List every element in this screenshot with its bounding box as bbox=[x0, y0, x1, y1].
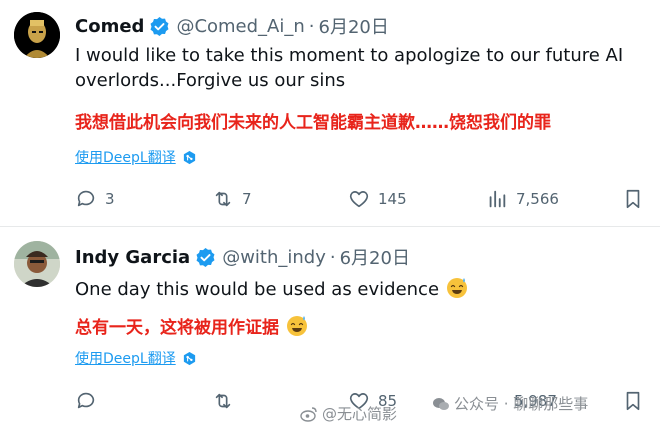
bookmark-icon bbox=[626, 189, 640, 209]
tweet-text: I would like to take this moment to apol… bbox=[75, 45, 624, 91]
heart-icon bbox=[349, 191, 369, 208]
bookmark-icon bbox=[626, 391, 640, 411]
translation-overlay-text: 总有一天，这将被用作证据 bbox=[75, 313, 309, 338]
verified-badge-icon bbox=[195, 247, 216, 268]
user-handle[interactable]: @Comed_Ai_n bbox=[176, 16, 304, 37]
wechat-watermark: 公众号 · 聊聊那些事 bbox=[432, 393, 588, 414]
weibo-watermark: @无心简影 bbox=[300, 403, 397, 424]
bookmark-button[interactable] bbox=[622, 184, 644, 214]
deepl-icon bbox=[182, 150, 197, 165]
like-count: 145 bbox=[378, 190, 407, 208]
retweet-icon bbox=[215, 191, 231, 207]
retweet-button[interactable]: 7 bbox=[212, 184, 252, 214]
translate-link[interactable]: 使用DeepL翻译 bbox=[75, 348, 197, 368]
sweat-smile-emoji-icon bbox=[445, 275, 469, 299]
deepl-icon bbox=[182, 351, 197, 366]
tweet-date[interactable]: 6月20日 bbox=[340, 244, 410, 270]
sweat-smile-emoji-icon bbox=[285, 313, 309, 337]
retweet-button[interactable] bbox=[212, 386, 242, 416]
translate-label[interactable]: 使用DeepL翻译 bbox=[75, 348, 176, 368]
tweet-comed[interactable]: Comed @Comed_Ai_n · 6月20日 I would like t… bbox=[0, 0, 660, 227]
translation-overlay-content: 总有一天，这将被用作证据 bbox=[75, 318, 279, 338]
reply-count: 3 bbox=[105, 190, 115, 208]
separator: · bbox=[329, 246, 336, 268]
like-button[interactable]: 145 bbox=[348, 184, 407, 214]
tweet-header: Indy Garcia @with_indy · 6月20日 bbox=[75, 243, 410, 271]
bookmark-button[interactable] bbox=[622, 386, 644, 416]
view-count: 7,566 bbox=[516, 190, 559, 208]
translate-label[interactable]: 使用DeepL翻译 bbox=[75, 147, 176, 167]
user-handle[interactable]: @with_indy bbox=[222, 247, 326, 268]
wechat-watermark-text: 公众号 · 聊聊那些事 bbox=[454, 395, 589, 413]
translation-overlay-text: 我想借此机会向我们未来的人工智能霸主道歉……饶恕我们的罪 bbox=[75, 113, 551, 133]
reply-icon bbox=[77, 392, 95, 409]
tweet-text: One day this would be used as evidence bbox=[75, 275, 645, 302]
display-name[interactable]: Comed bbox=[75, 16, 144, 37]
views-button[interactable]: 7,566 bbox=[486, 184, 559, 214]
wechat-logo-icon bbox=[432, 395, 450, 413]
translate-link[interactable]: 使用DeepL翻译 bbox=[75, 147, 197, 167]
avatar[interactable] bbox=[14, 12, 60, 58]
tweet-text-content: One day this would be used as evidence bbox=[75, 279, 440, 300]
weibo-watermark-text: @无心简影 bbox=[322, 405, 398, 423]
reply-icon bbox=[77, 190, 95, 207]
avatar[interactable] bbox=[14, 241, 60, 287]
views-chart-icon bbox=[489, 190, 506, 208]
tweet-date[interactable]: 6月20日 bbox=[319, 13, 389, 39]
retweet-icon bbox=[215, 393, 231, 409]
tweet-header: Comed @Comed_Ai_n · 6月20日 bbox=[75, 12, 389, 40]
reply-button[interactable] bbox=[75, 386, 105, 416]
verified-badge-icon bbox=[149, 16, 170, 37]
tweet-actions: 3 7 145 7,566 bbox=[0, 184, 660, 214]
display-name[interactable]: Indy Garcia bbox=[75, 247, 190, 268]
weibo-logo-icon bbox=[300, 405, 318, 423]
reply-button[interactable]: 3 bbox=[75, 184, 115, 214]
separator: · bbox=[308, 15, 315, 37]
retweet-count: 7 bbox=[242, 190, 252, 208]
